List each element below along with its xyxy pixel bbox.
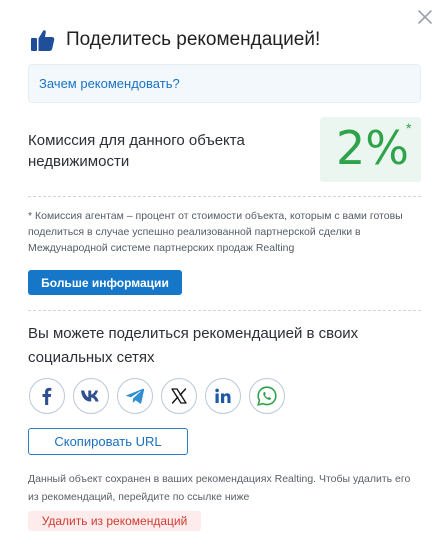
linkedin-icon xyxy=(215,388,231,403)
divider xyxy=(28,310,421,311)
vk-share-button[interactable] xyxy=(73,378,109,414)
social-share-list xyxy=(29,378,293,414)
whatsapp-icon xyxy=(257,386,277,406)
saved-note: Данный объект сохранен в ваших рекоменда… xyxy=(28,473,411,503)
telegram-share-button[interactable] xyxy=(117,378,153,414)
x-icon xyxy=(171,388,187,404)
commission-percent-box: 2% * xyxy=(320,117,421,182)
copy-url-button[interactable]: Скопировать URL xyxy=(28,428,188,455)
commission-note: * Комиссия агентам – процент от стоимост… xyxy=(28,210,403,254)
divider xyxy=(28,196,421,197)
commission-footnote-mark: * xyxy=(406,120,412,136)
facebook-icon xyxy=(42,387,52,405)
telegram-icon xyxy=(125,388,145,404)
facebook-share-button[interactable] xyxy=(29,378,65,414)
dialog-title: Поделитесь рекомендацией! xyxy=(66,29,321,50)
whatsapp-share-button[interactable] xyxy=(249,378,285,414)
close-icon[interactable] xyxy=(416,8,434,26)
commission-label: Комиссия для данного объекта недвижимост… xyxy=(28,132,245,170)
thumbs-up-icon xyxy=(30,27,56,53)
vk-icon xyxy=(81,390,99,402)
dialog-header: Поделитесь рекомендацией! xyxy=(30,27,320,53)
share-text: Вы можете поделиться рекомендацией в сво… xyxy=(28,325,359,366)
linkedin-share-button[interactable] xyxy=(205,378,241,414)
why-recommend-link[interactable]: Зачем рекомендовать? xyxy=(39,76,180,91)
commission-value: 2% xyxy=(336,121,409,175)
why-recommend-box: Зачем рекомендовать? xyxy=(28,64,421,103)
remove-recommendation-button[interactable]: Удалить из рекомендаций xyxy=(28,511,201,531)
x-share-button[interactable] xyxy=(161,378,197,414)
more-info-button[interactable]: Больше информации xyxy=(28,270,182,295)
